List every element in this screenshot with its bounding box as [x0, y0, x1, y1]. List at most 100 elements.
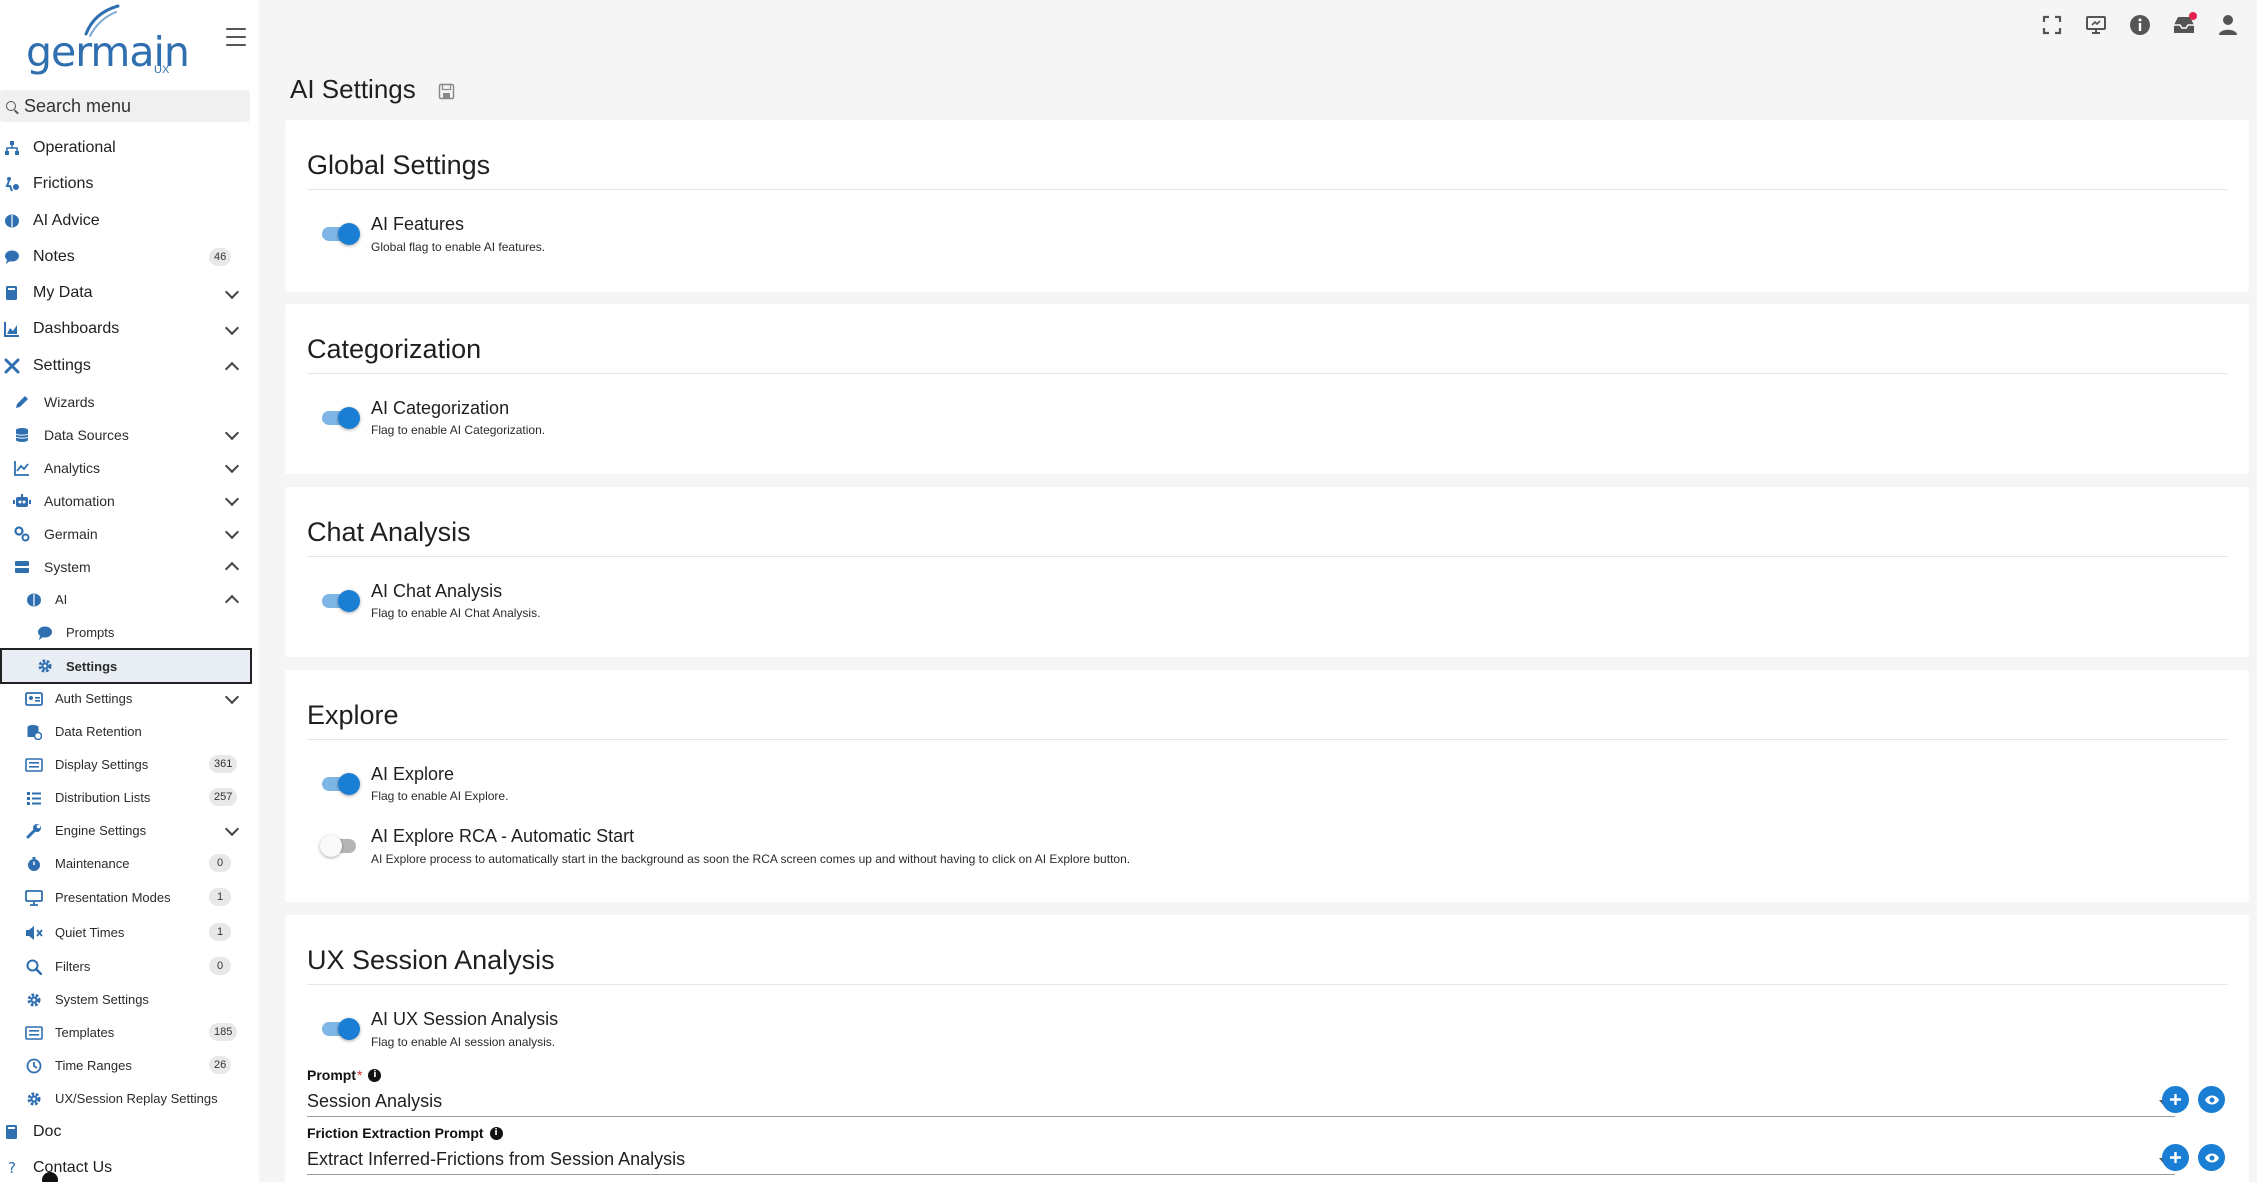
nav-item-operational[interactable]: Operational [0, 131, 250, 165]
info-icon[interactable]: i [489, 1126, 503, 1140]
count-badge: 1 [209, 923, 231, 941]
option-description: Flag to enable AI Explore. [371, 789, 509, 803]
page-title: AI Settings [290, 74, 416, 104]
fullscreen-icon[interactable] [2037, 12, 2067, 38]
nav-label: Frictions [33, 175, 94, 192]
nav-item-auth-settings[interactable]: Auth Settings [0, 682, 250, 715]
nav-item-my-data[interactable]: My Data [0, 276, 250, 310]
nav-item-distribution-lists[interactable]: Distribution Lists 257 [0, 781, 250, 814]
logo-subtext: UX [154, 64, 170, 76]
nav-item-analytics[interactable]: Analytics [0, 451, 250, 484]
option-title: AI Explore [371, 764, 455, 784]
nav-label: Presentation Modes [55, 890, 171, 905]
nav-item-germain[interactable]: Germain [0, 517, 250, 550]
database-clock-icon [25, 723, 43, 741]
nav-label: Automation [44, 492, 115, 509]
eye-icon [2204, 1095, 2219, 1104]
nav-item-automation[interactable]: Automation [0, 484, 250, 517]
save-icon[interactable] [438, 83, 455, 100]
chevron-up-icon [225, 360, 237, 372]
nav-item-ai[interactable]: AI [0, 583, 250, 616]
nav-label: Analytics [44, 459, 101, 476]
nav-item-data-sources[interactable]: Data Sources [0, 418, 250, 451]
user-icon[interactable] [2213, 12, 2243, 38]
nav-item-contact-us[interactable]: ? Contact Us [0, 1151, 250, 1182]
nav-item-dashboards[interactable]: Dashboards [0, 312, 250, 346]
nav-label: Maintenance [55, 856, 130, 871]
ai-features-toggle[interactable] [320, 221, 362, 247]
nav-label: Wizards [44, 393, 95, 410]
info-icon[interactable] [2125, 12, 2155, 38]
plus-icon [2170, 1152, 2181, 1163]
search-icon [25, 958, 43, 976]
friction-extraction-prompt-select[interactable]: Extract Inferred-Frictions from Session … [307, 1145, 2175, 1175]
nav-item-doc[interactable]: Doc [0, 1115, 250, 1149]
book-icon [3, 284, 21, 302]
database-icon [13, 426, 31, 444]
info-icon[interactable]: i [368, 1068, 382, 1082]
nav-item-data-retention[interactable]: Data Retention [0, 715, 250, 748]
nav-label: Data Retention [55, 724, 142, 739]
ai-explore-toggle[interactable] [320, 771, 362, 797]
nav-item-notes[interactable]: Notes 46 [0, 240, 250, 274]
count-badge: 257 [209, 788, 238, 806]
ai-categorization-toggle[interactable] [320, 405, 362, 431]
nav-item-prompts[interactable]: Prompts [0, 616, 250, 649]
option-description: Global flag to enable AI features. [371, 240, 546, 254]
option-description: AI Explore process to automatically star… [371, 852, 1131, 866]
list-icon [25, 789, 43, 807]
nav-item-settings[interactable]: Settings [0, 349, 250, 383]
add-prompt-button[interactable] [2162, 1086, 2189, 1113]
presentation-icon[interactable] [2081, 12, 2111, 38]
ai-ux-session-analysis-toggle[interactable] [320, 1016, 362, 1042]
nav-label: Display Settings [55, 757, 149, 772]
nav-item-ai-advice[interactable]: AI Advice [0, 204, 250, 238]
clock-icon [25, 1057, 43, 1075]
count-badge: 0 [209, 957, 231, 975]
nav-item-display-settings[interactable]: Display Settings 361 [0, 748, 250, 781]
book-icon [3, 1123, 21, 1141]
search-menu-input[interactable] [24, 95, 244, 117]
divider [307, 984, 2227, 985]
frictions-icon [3, 175, 21, 193]
list-box-icon [25, 1024, 43, 1042]
nav-item-ai-settings[interactable]: Settings [0, 648, 252, 684]
tools-icon [3, 357, 21, 375]
chart-line-icon [13, 459, 31, 477]
chevron-down-icon [225, 692, 237, 704]
germain-logo[interactable]: germain UX [26, 4, 190, 80]
nav-label: My Data [33, 284, 93, 301]
volume-mute-icon [25, 924, 43, 942]
nav-item-presentation-modes[interactable]: Presentation Modes 1 [0, 881, 250, 914]
inbox-icon[interactable] [2169, 12, 2199, 38]
add-friction-prompt-button[interactable] [2162, 1144, 2189, 1171]
nav-label: Germain [44, 525, 98, 542]
search-menu[interactable] [0, 90, 250, 122]
nav-label: System [44, 558, 91, 575]
view-friction-prompt-button[interactable] [2198, 1144, 2225, 1171]
option-title: AI Categorization [371, 398, 510, 418]
nav-item-quiet-times[interactable]: Quiet Times 1 [0, 916, 250, 949]
nav-item-system-settings[interactable]: System Settings [0, 983, 250, 1016]
id-card-icon [25, 690, 43, 708]
brain-icon [25, 591, 43, 609]
hamburger-menu-icon[interactable] [226, 28, 246, 46]
nav-item-system[interactable]: System [0, 550, 250, 583]
nav-item-frictions[interactable]: Frictions [0, 167, 250, 201]
nav-item-time-ranges[interactable]: Time Ranges 26 [0, 1049, 250, 1082]
section-title: UX Session Analysis [307, 945, 555, 975]
nav-item-maintenance[interactable]: Maintenance 0 [0, 847, 250, 880]
notification-dot [2189, 12, 2197, 20]
prompt-label-text: Prompt [307, 1067, 356, 1083]
option-title: AI Features [371, 214, 465, 234]
nav-item-wizards[interactable]: Wizards [0, 385, 250, 418]
nav-item-ux-session-replay-settings[interactable]: UX/Session Replay Settings [0, 1082, 250, 1115]
nav-item-filters[interactable]: Filters 0 [0, 950, 250, 983]
nav-item-templates[interactable]: Templates 185 [0, 1016, 250, 1049]
nav-item-engine-settings[interactable]: Engine Settings [0, 814, 250, 847]
view-prompt-button[interactable] [2198, 1086, 2225, 1113]
ai-chat-analysis-toggle[interactable] [320, 588, 362, 614]
ai-explore-rca-auto-start-toggle[interactable] [320, 833, 362, 859]
prompt-select[interactable]: Session Analysis [307, 1087, 2175, 1117]
list-box-icon [25, 756, 43, 774]
